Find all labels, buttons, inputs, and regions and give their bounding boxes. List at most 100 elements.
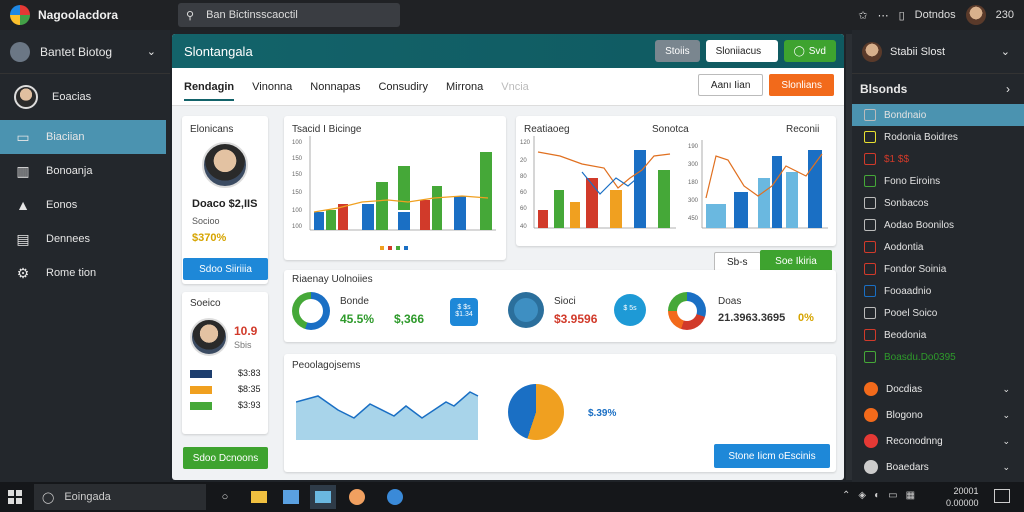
- network-icon[interactable]: ◈: [858, 490, 866, 501]
- volume-icon[interactable]: ◐: [874, 490, 880, 501]
- pie-chart-small: [668, 292, 706, 330]
- right-list-item[interactable]: Boasdu.Do0395: [852, 346, 1024, 368]
- legend-swatch: [190, 402, 212, 410]
- more-icon[interactable]: ⋯: [878, 9, 889, 22]
- sidebar-item-0[interactable]: ▭ Biaciian: [0, 120, 166, 154]
- right-group-item-label: Boaedars: [886, 461, 929, 473]
- store-icon[interactable]: [278, 485, 304, 509]
- right-group-item[interactable]: Docdias ⌄: [852, 376, 1024, 402]
- item-icon: [864, 460, 878, 474]
- tab-3[interactable]: Consudiry: [378, 81, 428, 93]
- sidebar-item-4[interactable]: ⚙ Rome tion: [0, 256, 170, 290]
- user-avatar[interactable]: [965, 5, 986, 25]
- chart-card-2: Reatiaoeg Sonotca Reconii 120 20 80 60 6…: [516, 116, 836, 246]
- profile-button[interactable]: Sdoo Siiriiia: [183, 258, 268, 280]
- summary-value-2: 0%: [798, 312, 814, 324]
- tab-1[interactable]: Vinonna: [252, 81, 292, 93]
- right-list-item[interactable]: Fono Eiroins: [852, 170, 1024, 192]
- right-section-header[interactable]: Blsonds ›: [852, 74, 1024, 104]
- chart-2-green-button[interactable]: Soe Ikiria: [760, 250, 832, 272]
- item-icon: [864, 285, 876, 297]
- tab-4[interactable]: Mirrona: [446, 81, 483, 93]
- clock-time: 0.00000: [946, 498, 979, 508]
- star-icon[interactable]: ✩: [858, 9, 867, 22]
- bookmark-icon[interactable]: ▯: [899, 9, 905, 22]
- user-name[interactable]: Dotndos: [915, 9, 956, 21]
- left-sidebar: Bantet Biotog ⌄ Eoacias ▭ Biaciian ▥ Bon…: [0, 30, 170, 482]
- item-icon: [864, 307, 876, 319]
- bar: [570, 202, 580, 228]
- header-button-3-label: Svd: [808, 45, 826, 57]
- header-button-2[interactable]: Sloniiacus: [705, 40, 778, 62]
- tab-5[interactable]: Vncia: [501, 81, 529, 93]
- taskbar-search[interactable]: ◯ Eoingada: [34, 484, 206, 510]
- right-list-item[interactable]: Rodonia Boidres: [852, 126, 1024, 148]
- bar: [376, 182, 388, 230]
- chevron-down-icon: ⌄: [1002, 383, 1010, 394]
- bar: [772, 156, 782, 228]
- right-list-item[interactable]: Pooel Soico: [852, 302, 1024, 324]
- row-value: $8:35: [238, 384, 261, 394]
- y-tick: 100: [292, 140, 303, 146]
- pie-value: $.39%: [588, 408, 617, 419]
- tab-2[interactable]: Nonnapas: [310, 81, 360, 93]
- legend-swatch: [388, 246, 392, 250]
- battery-icon[interactable]: ▭: [888, 490, 897, 501]
- app-icon[interactable]: [310, 485, 336, 509]
- right-list-item-label: Fooaadnio: [884, 285, 932, 297]
- tab-action-primary-button[interactable]: Slonlians: [769, 74, 834, 96]
- right-panel-header[interactable]: Stabii Slost ⌄: [852, 30, 1024, 74]
- sidebar-item-label: Bonoanja: [46, 165, 93, 177]
- chart-2-small-button[interactable]: Sb-s: [714, 252, 761, 272]
- y-tick: 180: [688, 180, 699, 186]
- legend-swatch: [190, 386, 212, 394]
- header-button-1[interactable]: Stoiis: [655, 40, 700, 62]
- profile-card-title: Elonicans: [190, 124, 234, 135]
- workspace-selector[interactable]: Bantet Biotog ⌄: [0, 30, 170, 74]
- sidebar-item-3[interactable]: ▤ Dennees: [0, 222, 170, 256]
- top-right-controls: ✩ ⋯ ▯ Dotndos 230: [858, 0, 1014, 30]
- language-icon[interactable]: ▦: [906, 490, 915, 501]
- right-group-item[interactable]: Reconodnng ⌄: [852, 428, 1024, 454]
- bar: [786, 172, 798, 228]
- search-input[interactable]: ⚲ Ban Bictinsscaoctil: [178, 3, 400, 27]
- row-value: $3:93: [238, 400, 261, 410]
- tab-action-button[interactable]: Aanı Iian: [697, 74, 764, 96]
- right-list-item[interactable]: Fooaadnio: [852, 280, 1024, 302]
- taskbar-search-text: Eoingada: [64, 491, 111, 503]
- sidebar-item-user[interactable]: Eoacias: [0, 74, 170, 120]
- notification-icon[interactable]: [994, 489, 1010, 503]
- avatar: [862, 41, 882, 62]
- bar: [538, 210, 548, 228]
- right-list-item[interactable]: Aodontia: [852, 236, 1024, 258]
- task-view-icon[interactable]: ○: [212, 485, 238, 509]
- right-list-item[interactable]: Fondor Soinia: [852, 258, 1024, 280]
- right-group-item[interactable]: Boaedars ⌄: [852, 454, 1024, 480]
- right-list-item[interactable]: Aodao Boonilos: [852, 214, 1024, 236]
- tab-0[interactable]: Rendagin: [184, 81, 235, 101]
- y-tick: 100: [292, 224, 303, 230]
- folder-icon: ▭: [16, 128, 30, 145]
- left-green-button[interactable]: Sdoo Dcnoons: [183, 447, 268, 469]
- windows-start-icon[interactable]: [8, 490, 22, 504]
- item-icon: [864, 351, 876, 363]
- file-explorer-icon[interactable]: [246, 485, 272, 509]
- header-button-3[interactable]: ◯ Svd: [783, 40, 836, 62]
- edge-icon[interactable]: [382, 485, 408, 509]
- sidebar-item-1[interactable]: ▥ Bonoanja: [0, 154, 170, 188]
- warning-icon: ▲: [16, 197, 30, 213]
- browser-icon[interactable]: [344, 485, 370, 509]
- book-icon: ▥: [16, 162, 30, 179]
- bar: [362, 204, 374, 230]
- chevron-up-icon[interactable]: ⌃: [842, 490, 850, 501]
- right-list-item[interactable]: Beodonia: [852, 324, 1024, 346]
- right-list-item[interactable]: $1 $$: [852, 148, 1024, 170]
- bar: [808, 150, 822, 228]
- bar: [420, 200, 430, 230]
- clock[interactable]: 20001 0.00000: [946, 485, 979, 509]
- bottom-action-button[interactable]: Stone Iicm oEscinis: [714, 444, 830, 468]
- right-list-item[interactable]: Bondnaio: [852, 104, 1024, 126]
- right-list-item[interactable]: Sonbacos: [852, 192, 1024, 214]
- right-group-item[interactable]: Blogono ⌄: [852, 402, 1024, 428]
- sidebar-item-2[interactable]: ▲ Eonos: [0, 188, 170, 222]
